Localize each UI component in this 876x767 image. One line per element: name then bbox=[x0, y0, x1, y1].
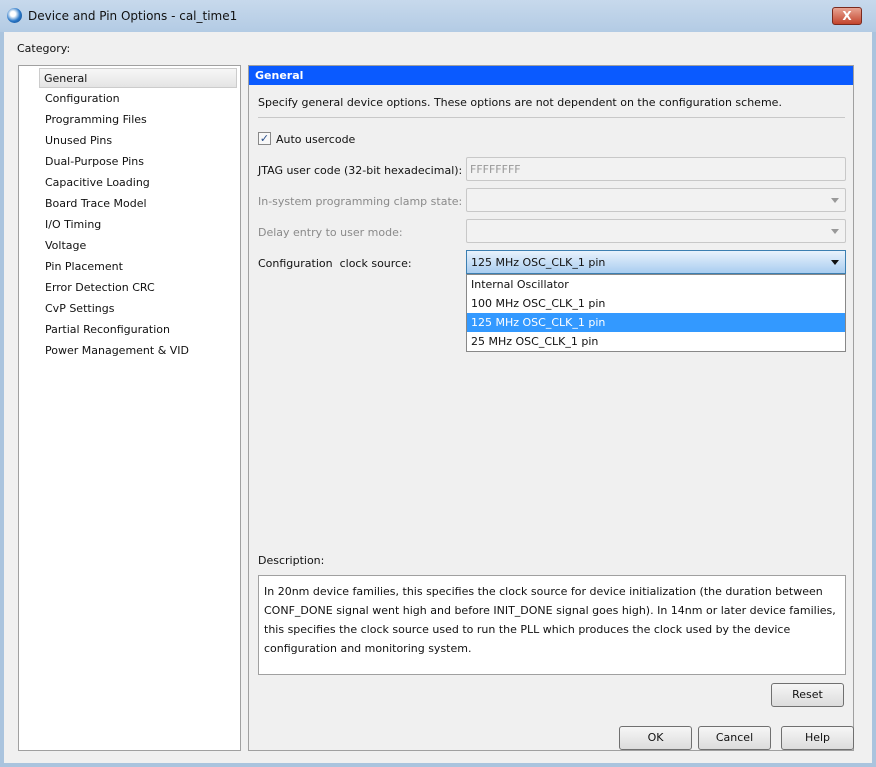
chevron-down-icon bbox=[831, 198, 839, 203]
app-icon bbox=[7, 8, 22, 23]
category-item-programming-files[interactable]: Programming Files bbox=[41, 110, 151, 130]
category-item-io-timing[interactable]: I/O Timing bbox=[41, 215, 105, 235]
clock-option[interactable]: Internal Oscillator bbox=[467, 275, 845, 294]
category-item-configuration[interactable]: Configuration bbox=[41, 89, 124, 109]
chevron-down-icon bbox=[831, 229, 839, 234]
clock-source-dropdown[interactable]: Internal Oscillator 100 MHz OSC_CLK_1 pi… bbox=[466, 274, 846, 352]
category-item-voltage[interactable]: Voltage bbox=[41, 236, 90, 256]
reset-button[interactable]: Reset bbox=[771, 683, 844, 707]
clock-source-label: Configuration clock source: bbox=[258, 257, 412, 270]
auto-usercode-checkbox[interactable]: ✓ bbox=[258, 132, 271, 145]
category-item-general[interactable]: General bbox=[39, 68, 237, 88]
clock-option[interactable]: 100 MHz OSC_CLK_1 pin bbox=[467, 294, 845, 313]
general-panel: General Specify general device options. … bbox=[248, 65, 854, 751]
category-item-cvp-settings[interactable]: CvP Settings bbox=[41, 299, 118, 319]
description-box: In 20nm device families, this specifies … bbox=[258, 575, 846, 675]
window-title: Device and Pin Options - cal_time1 bbox=[28, 9, 238, 23]
title-bar: Device and Pin Options - cal_time1 X bbox=[0, 0, 876, 32]
category-item-unused-pins[interactable]: Unused Pins bbox=[41, 131, 116, 151]
category-item-partial-reconfiguration[interactable]: Partial Reconfiguration bbox=[41, 320, 174, 340]
category-tree[interactable]: General Configuration Programming Files … bbox=[18, 65, 241, 751]
cancel-button[interactable]: Cancel bbox=[698, 726, 771, 750]
category-item-pin-placement[interactable]: Pin Placement bbox=[41, 257, 127, 277]
clock-source-value: 125 MHz OSC_CLK_1 pin bbox=[471, 256, 606, 269]
delay-label: Delay entry to user mode: bbox=[258, 226, 403, 239]
ok-button[interactable]: OK bbox=[619, 726, 692, 750]
help-button[interactable]: Help bbox=[781, 726, 854, 750]
category-item-error-detection-crc[interactable]: Error Detection CRC bbox=[41, 278, 159, 298]
description-label: Description: bbox=[258, 554, 325, 567]
clock-option-selected[interactable]: 125 MHz OSC_CLK_1 pin bbox=[467, 313, 845, 332]
category-label: Category: bbox=[17, 42, 71, 55]
category-item-dual-purpose-pins[interactable]: Dual-Purpose Pins bbox=[41, 152, 148, 172]
category-item-power-management[interactable]: Power Management & VID bbox=[41, 341, 193, 361]
clock-option[interactable]: 25 MHz OSC_CLK_1 pin bbox=[467, 332, 845, 351]
jtag-input[interactable]: FFFFFFFF bbox=[466, 157, 846, 181]
chevron-down-icon bbox=[831, 260, 839, 265]
category-item-board-trace-model[interactable]: Board Trace Model bbox=[41, 194, 151, 214]
close-button[interactable]: X bbox=[832, 7, 862, 25]
delay-select[interactable] bbox=[466, 219, 846, 243]
panel-title: General bbox=[249, 66, 853, 85]
clamp-label: In-system programming clamp state: bbox=[258, 195, 463, 208]
clamp-select[interactable] bbox=[466, 188, 846, 212]
divider bbox=[258, 117, 845, 118]
auto-usercode-label: Auto usercode bbox=[276, 133, 356, 146]
clock-source-select[interactable]: 125 MHz OSC_CLK_1 pin bbox=[466, 250, 846, 274]
jtag-label: JTAG user code (32-bit hexadecimal): bbox=[258, 164, 463, 177]
category-item-capacitive-loading[interactable]: Capacitive Loading bbox=[41, 173, 154, 193]
dialog-body: Category: General Configuration Programm… bbox=[4, 32, 872, 763]
panel-intro: Specify general device options. These op… bbox=[258, 96, 782, 109]
